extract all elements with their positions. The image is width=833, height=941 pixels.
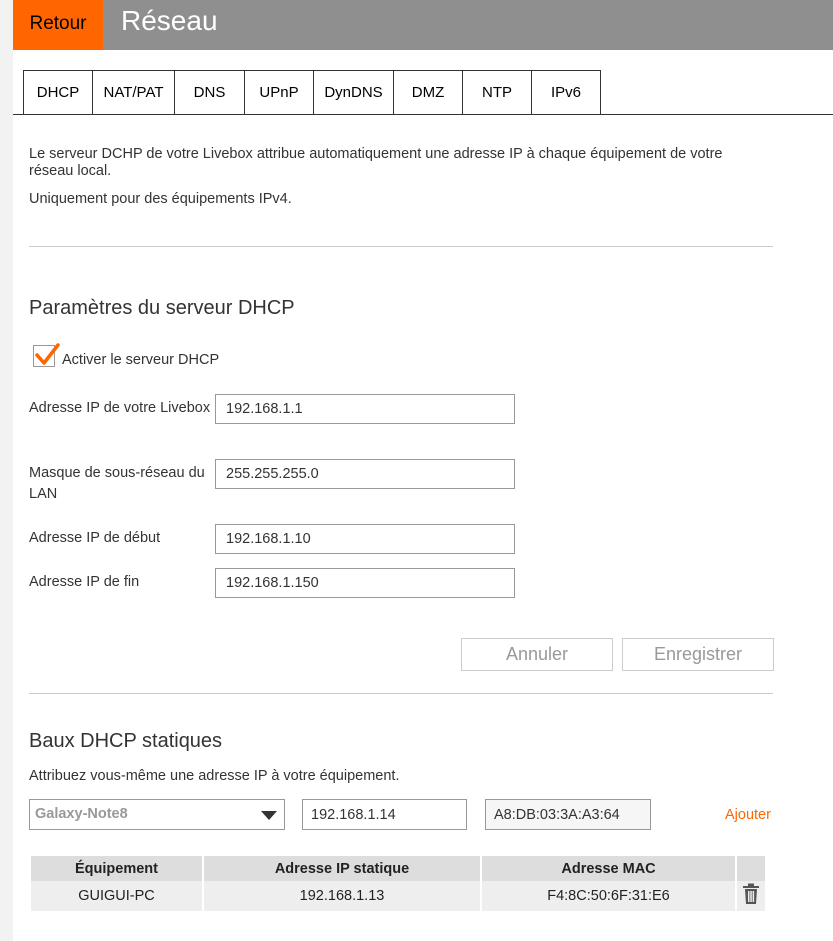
- device-select-value: Galaxy-Note8: [35, 806, 128, 822]
- tab-dyndns[interactable]: DynDNS: [314, 70, 394, 115]
- static-leases-table: Équipement Adresse IP statique Adresse M…: [31, 856, 767, 911]
- table-row: GUIGUI-PC 192.168.1.13 F4:8C:50:6F:31:E6: [31, 881, 767, 911]
- enable-dhcp-label: Activer le serveur DHCP: [62, 352, 220, 368]
- left-edge: [0, 0, 13, 941]
- tab-dns[interactable]: DNS: [175, 70, 245, 115]
- cell-mac: F4:8C:50:6F:31:E6: [481, 881, 737, 911]
- tab-underline: [13, 114, 833, 115]
- subnet-mask-label: Masque de sous-réseau du LAN: [29, 465, 205, 502]
- cell-device: GUIGUI-PC: [31, 881, 204, 911]
- livebox-ip-input[interactable]: [215, 394, 515, 424]
- start-ip-input[interactable]: [215, 524, 515, 554]
- column-header-mac: Adresse MAC: [481, 856, 737, 881]
- trash-icon[interactable]: [742, 883, 760, 909]
- tab-nat-pat[interactable]: NAT/PAT: [93, 70, 175, 115]
- device-select[interactable]: Galaxy-Note8: [29, 799, 285, 830]
- tab-ipv6[interactable]: IPv6: [532, 70, 601, 115]
- column-header-ip: Adresse IP statique: [203, 856, 482, 881]
- mac-address-field: [485, 799, 651, 830]
- static-leases-description: Attribuez vous-même une adresse IP à vot…: [29, 768, 400, 784]
- subnet-mask-input[interactable]: [215, 459, 515, 489]
- tab-upnp[interactable]: UPnP: [245, 70, 314, 115]
- table-header-row: Équipement Adresse IP statique Adresse M…: [31, 856, 767, 881]
- static-leases-title: Baux DHCP statiques: [29, 730, 223, 752]
- back-button[interactable]: Retour: [13, 0, 103, 50]
- cell-ip: 192.168.1.13: [203, 881, 482, 911]
- intro-ipv4-note: Uniquement pour des équipements IPv4.: [29, 191, 292, 207]
- column-header-actions: [736, 856, 767, 881]
- tab-ntp[interactable]: NTP: [463, 70, 532, 115]
- tab-bar: DHCP NAT/PAT DNS UPnP DynDNS DMZ NTP IPv…: [23, 70, 601, 115]
- check-icon: [35, 343, 60, 365]
- livebox-ip-label: Adresse IP de votre Livebox: [29, 400, 211, 416]
- tab-dmz[interactable]: DMZ: [394, 70, 463, 115]
- column-header-device: Équipement: [31, 856, 204, 881]
- divider: [29, 693, 773, 694]
- static-ip-input[interactable]: [302, 799, 467, 830]
- start-ip-label: Adresse IP de début: [29, 530, 161, 546]
- dhcp-section-title: Paramètres du serveur DHCP: [29, 297, 295, 319]
- chevron-down-icon: [261, 811, 277, 820]
- page-title: Réseau: [121, 5, 218, 36]
- end-ip-label: Adresse IP de fin: [29, 574, 140, 590]
- header-bar: Retour Réseau: [13, 0, 833, 50]
- enable-dhcp-checkbox[interactable]: [33, 343, 60, 367]
- end-ip-input[interactable]: [215, 568, 515, 598]
- cell-actions: [736, 881, 767, 911]
- tab-dhcp[interactable]: DHCP: [23, 70, 93, 115]
- divider: [29, 246, 773, 247]
- cancel-button[interactable]: Annuler: [461, 638, 613, 671]
- add-lease-link[interactable]: Ajouter: [725, 807, 771, 823]
- save-button[interactable]: Enregistrer: [622, 638, 774, 671]
- intro-text: Le serveur DCHP de votre Livebox attribu…: [29, 146, 723, 179]
